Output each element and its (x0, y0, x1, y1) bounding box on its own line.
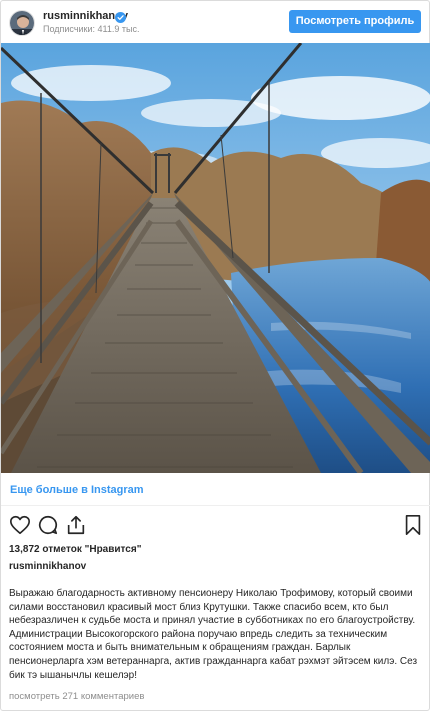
avatar[interactable] (9, 10, 35, 36)
comment-icon[interactable] (37, 514, 59, 536)
heart-icon[interactable] (9, 514, 31, 536)
divider (1, 505, 430, 506)
bookmark-icon[interactable] (402, 514, 424, 536)
likes-count[interactable]: 13,872 отметок "Нравится" (9, 544, 141, 555)
view-comments-link[interactable]: посмотреть 271 комментариев (9, 691, 144, 702)
caption-username[interactable]: rusminnikhanov (9, 561, 86, 572)
more-on-instagram-link[interactable]: Еще больше в Instagram (10, 484, 144, 496)
verified-badge-icon (115, 10, 126, 23)
followers-count: Подписчики: 411.9 тыс. (43, 24, 140, 34)
post-caption: Выражаю благодарность активному пенсионе… (9, 588, 418, 681)
post-photo[interactable] (1, 43, 430, 473)
post-header: rusminnikhanov Подписчики: 411.9 тыс. По… (1, 1, 430, 43)
share-icon[interactable] (65, 514, 87, 536)
view-profile-button[interactable]: Посмотреть профиль (289, 10, 421, 33)
instagram-embed-card: rusminnikhanov Подписчики: 411.9 тыс. По… (0, 0, 430, 711)
